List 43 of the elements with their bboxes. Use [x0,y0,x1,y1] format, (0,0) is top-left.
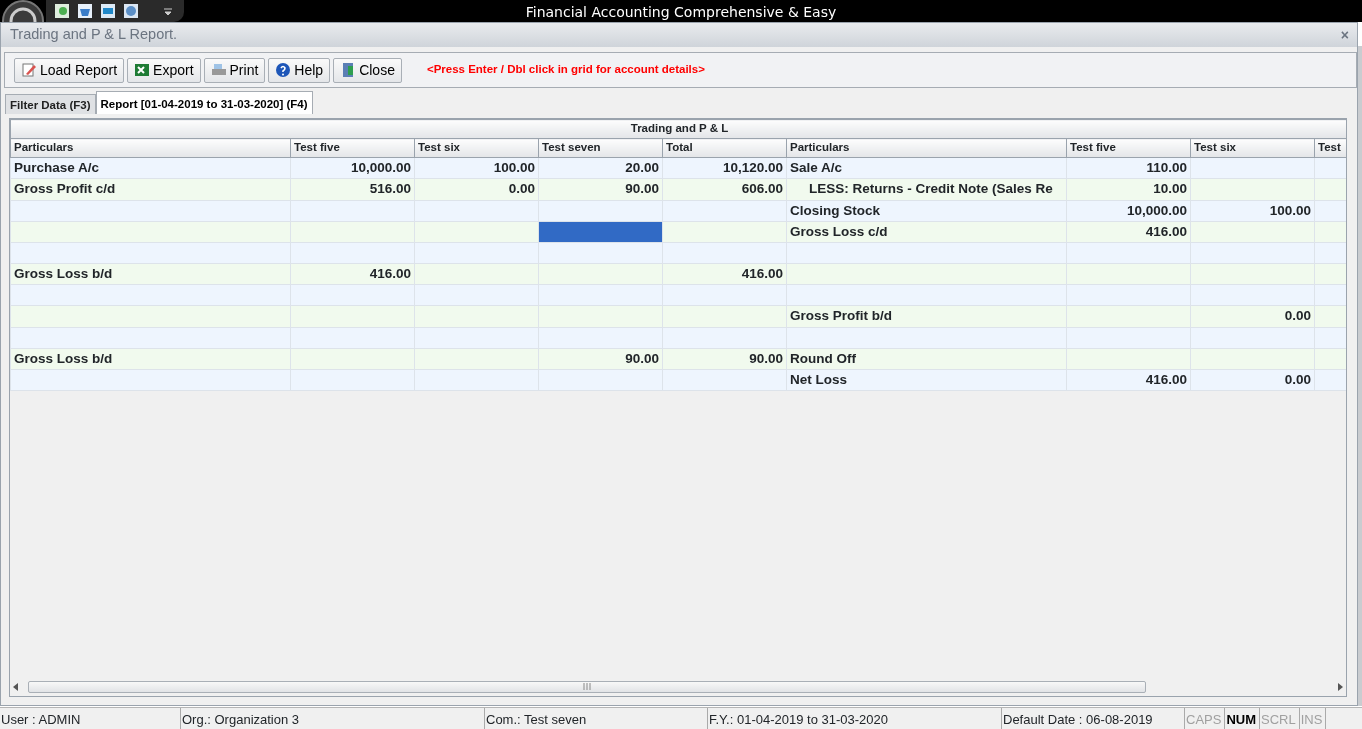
table-cell: LESS: Returns - Credit Note (Sales Re [786,178,1067,200]
table-cell: Purchase A/c [10,157,291,179]
table-cell: Gross Loss c/d [786,221,1067,243]
help-icon [275,62,292,78]
print-button[interactable]: Print [203,57,266,83]
printer-icon [210,62,227,78]
export-button[interactable]: Export [127,57,201,83]
key-indicator: INS [1299,708,1327,729]
table-cell: Gross Profit c/d [10,178,291,200]
window-title: Trading and P & L Report. [10,25,178,45]
status-text: Com.: Test seven [485,708,708,729]
scroll-left-icon[interactable] [12,681,20,692]
edit-icon [21,62,37,78]
table-title: Trading and P & L [10,119,1346,139]
table-cell: Net Loss [786,369,1067,391]
table-cell: Gross Profit b/d [786,305,1067,327]
status-text: F.Y.: 01-04-2019 to 31-03-2020 [708,708,1002,729]
table-cell: Gross Loss b/d [10,263,291,285]
key-indicator: NUM [1225,708,1260,729]
load-report-button[interactable]: Load Report [14,57,125,83]
table-cell: Closing Stock [786,200,1067,222]
spreadsheet-icon [134,62,151,78]
key-indicator: SCRL [1260,708,1300,729]
hint-text: <Press Enter / Dbl click in grid for account details> [426,62,705,78]
card-icon[interactable] [100,3,116,19]
tag-icon[interactable] [54,3,70,19]
help-button[interactable]: Help [268,57,331,83]
key-indicator: CAPS [1185,708,1226,729]
status-text: Org.: Organization 3 [181,708,485,729]
coin-icon[interactable] [123,3,139,19]
basket-icon[interactable] [77,3,93,19]
grip-icon [583,683,591,690]
tab[interactable]: Filter Data (F3) [5,94,96,114]
scroll-right-icon[interactable] [1336,681,1344,692]
table-cell: Sale A/c [786,157,1067,179]
close-button[interactable]: Close [333,57,402,83]
tab[interactable]: Report [01-04-2019 to 31-03-2020] (F4) [95,91,313,114]
table-cell: Round Off [786,348,1067,370]
close-button[interactable]: × [1340,28,1349,42]
table-cell: Gross Loss b/d [10,348,291,370]
status-text: Default Date : 06-08-2019 [1002,708,1185,729]
status-text: User : ADMIN [0,708,181,729]
app-title: Financial Accounting Comprehensive & Easy [525,3,837,22]
